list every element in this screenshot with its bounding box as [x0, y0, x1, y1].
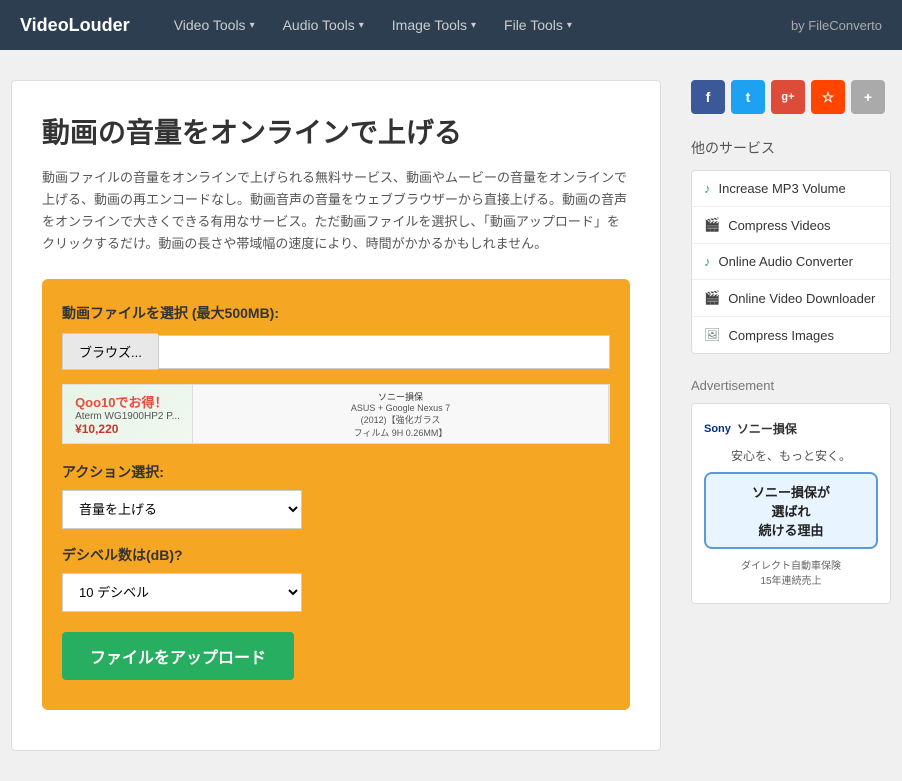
page-container: 動画の音量をオンラインで上げる 動画ファイルの音量をオンラインで上げられる無料サ… [1, 80, 901, 751]
ad-banner: Qoo10でお得！ Aterm WG1900HP2 P... ¥10,220 ソ… [62, 384, 610, 444]
add-social-button[interactable]: + [851, 80, 885, 114]
nav-file-tools[interactable]: File Tools ▾ [490, 0, 586, 50]
ad-product-1-text: ソニー損保 [351, 390, 450, 403]
social-row: f t g+ ☆ + [691, 80, 891, 114]
file-name-display [158, 335, 610, 369]
other-services-title: 他のサービス [691, 138, 891, 158]
service-increase-mp3[interactable]: ♪ Increase MP3 Volume [692, 171, 890, 207]
service-list: ♪ Increase MP3 Volume 🎬 Compress Videos … [691, 170, 891, 354]
ad-qoo10: Qoo10でお得！ Aterm WG1900HP2 P... ¥10,220 [63, 385, 193, 443]
ad-price-display: ¥10,220 [75, 422, 180, 436]
browse-button[interactable]: ブラウズ... [62, 333, 158, 370]
upload-button[interactable]: ファイルをアップロード [62, 632, 294, 680]
music-icon: ♪ [704, 181, 711, 196]
action-label: アクション選択: [62, 462, 610, 482]
service-compress-images[interactable]: 🖼 Compress Images [692, 317, 890, 353]
ad-sidebar-box: Sony ソニー損保 安心を、もっと安く。 ソニー損保が選ばれ続ける理由 ダイレ… [691, 403, 891, 604]
ad-sony-header: Sony ソニー損保 [704, 420, 878, 437]
service-online-audio-converter[interactable]: ♪ Online Audio Converter [692, 244, 890, 280]
music-icon-2: ♪ [704, 254, 711, 269]
ad-sony-tagline: 安心を、もっと安く。 [704, 447, 878, 464]
ad-sony-bubble: ソニー損保が選ばれ続ける理由 [704, 472, 878, 549]
googleplus-button[interactable]: g+ [771, 80, 805, 114]
sidebar: f t g+ ☆ + 他のサービス ♪ Increase MP3 Volume … [691, 80, 891, 751]
chevron-down-icon: ▾ [471, 20, 476, 31]
file-input-row: ブラウズ... [62, 333, 610, 370]
main-content: 動画の音量をオンラインで上げる 動画ファイルの音量をオンラインで上げられる無料サ… [11, 80, 661, 751]
page-title: 動画の音量をオンラインで上げる [42, 111, 630, 151]
ad-qoo10-logo: Qoo10でお得！ [75, 392, 180, 411]
action-select[interactable]: 音量を上げる 音量を下げる 音量を正規化 [62, 490, 302, 529]
nav-video-tools[interactable]: Video Tools ▾ [160, 0, 269, 50]
nav-image-tools[interactable]: Image Tools ▾ [378, 0, 490, 50]
decibel-select[interactable]: 10 デシベル 5 デシベル 15 デシベル 20 デシベル [62, 573, 302, 612]
nav-by-fileconverto: by FileConverto [791, 18, 882, 33]
file-select-label: 動画ファイルを選択 (最大500MB): [62, 303, 610, 323]
page-description: 動画ファイルの音量をオンラインで上げられる無料サービス、動画やムービーの音量をオ… [42, 167, 630, 255]
ad-sony-footer: ダイレクト自動車保険 15年連続売上 [704, 557, 878, 587]
facebook-button[interactable]: f [691, 80, 725, 114]
ad-product-1: ソニー損保 ASUS + Google Nexus 7 (2012)【強化ガラス… [193, 385, 609, 443]
ad-product-price: Aterm WG1900HP2 P... [75, 411, 180, 422]
video-icon: 🎬 [704, 217, 720, 233]
sony-logo: Sony [704, 423, 731, 435]
video-icon-2: 🎬 [704, 290, 720, 306]
navbar: VideoLouder Video Tools ▾ Audio Tools ▾ … [0, 0, 902, 50]
service-online-video-downloader[interactable]: 🎬 Online Video Downloader [692, 280, 890, 317]
nav-brand[interactable]: VideoLouder [20, 15, 130, 36]
sony-hoken-label: ソニー損保 [737, 420, 797, 437]
twitter-button[interactable]: t [731, 80, 765, 114]
upload-box: 動画ファイルを選択 (最大500MB): ブラウズ... Qoo10でお得！ A… [42, 279, 630, 710]
service-compress-videos[interactable]: 🎬 Compress Videos [692, 207, 890, 244]
decibel-label: デシベル数は(dB)? [62, 545, 610, 565]
chevron-down-icon: ▾ [250, 20, 255, 31]
ad-section-title: Advertisement [691, 378, 891, 393]
nav-items: Video Tools ▾ Audio Tools ▾ Image Tools … [160, 0, 586, 50]
stumbleupon-button[interactable]: ☆ [811, 80, 845, 114]
chevron-down-icon: ▾ [359, 20, 364, 31]
nav-audio-tools[interactable]: Audio Tools ▾ [269, 0, 378, 50]
chevron-down-icon: ▾ [567, 20, 572, 31]
ad-banner-inner: Qoo10でお得！ Aterm WG1900HP2 P... ¥10,220 ソ… [63, 385, 609, 443]
image-icon: 🖼 [704, 327, 721, 343]
